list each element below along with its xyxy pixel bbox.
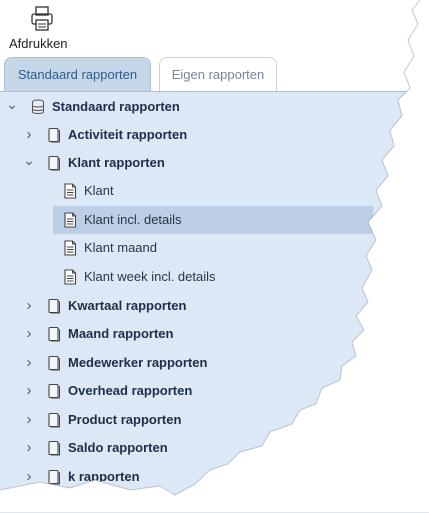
chevron-right-icon[interactable]: › (22, 349, 36, 377)
notebook-icon (48, 326, 60, 342)
tree-folder-overhead-rapporten[interactable]: › Overhead rapporten (0, 377, 429, 405)
tree-folder-k-rapporten[interactable]: › k rapporten (0, 463, 429, 491)
tree-report-klant-week-incl-details[interactable]: Klant week incl. details (0, 263, 429, 291)
tree-item-label: Klant incl. details (84, 212, 182, 227)
chevron-right-icon[interactable]: › (22, 463, 36, 491)
tree-folder-activiteit-rapporten[interactable]: › Activiteit rapporten (0, 121, 429, 149)
notebook-icon (48, 440, 60, 456)
tree-item-label: Klant week incl. details (84, 269, 216, 284)
chevron-right-icon[interactable]: › (22, 434, 36, 462)
notebook-icon (48, 383, 60, 399)
tree-root-standaard-rapporten[interactable]: ⌄ Standaard rapporten (0, 93, 429, 121)
report-icon (64, 212, 77, 228)
tree-item-label: Kwartaal rapporten (68, 298, 187, 313)
tree-folder-product-rapporten[interactable]: › Product rapporten (0, 406, 429, 434)
chevron-right-icon[interactable]: › (22, 121, 36, 149)
tree-folder-medewerker-rapporten[interactable]: › Medewerker rapporten (0, 349, 429, 377)
chevron-right-icon[interactable]: › (22, 320, 36, 348)
tree-folder-saldo-rapporten[interactable]: › Saldo rapporten (0, 434, 429, 462)
tab-standaard-rapporten[interactable]: Standaard rapporten (4, 57, 151, 93)
tree-item-label: Standaard rapporten (52, 99, 180, 114)
print-label: Afdrukken (9, 36, 68, 51)
tree-folder-maand-rapporten[interactable]: › Maand rapporten (0, 320, 429, 348)
tree-item-label: Medewerker rapporten (68, 355, 208, 370)
report-icon (64, 183, 77, 199)
notebook-icon (48, 155, 60, 171)
toolbar: Afdrukken (0, 0, 429, 55)
chevron-right-icon[interactable]: › (22, 377, 36, 405)
tree-report-klant-incl-details[interactable]: Klant incl. details (0, 206, 429, 234)
tree-item-label: Klant (84, 183, 114, 198)
tree-item-label: k rapporten (68, 469, 140, 484)
notebook-icon (48, 298, 60, 314)
notebook-icon (48, 412, 60, 428)
tree-folder-klant-rapporten[interactable]: ⌄ Klant rapporten (0, 149, 429, 177)
tab-eigen-rapporten[interactable]: Eigen rapporten (159, 57, 277, 91)
tree-item-label: Saldo rapporten (68, 440, 168, 455)
tree-item-label: Product rapporten (68, 412, 182, 427)
notebook-icon (48, 355, 60, 371)
tree-item-label: Klant rapporten (68, 155, 165, 170)
chevron-right-icon[interactable]: › (22, 406, 36, 434)
tree-report-klant[interactable]: Klant (0, 177, 429, 205)
notebook-icon (48, 469, 60, 485)
tree-item-label: Klant maand (84, 240, 157, 255)
report-icon (64, 240, 77, 256)
print-button[interactable]: Afdrukken (6, 4, 78, 51)
tree-item-label: Maand rapporten (68, 326, 174, 341)
chevron-down-icon[interactable]: ⌄ (22, 149, 36, 177)
chevron-down-icon[interactable]: ⌄ (5, 93, 19, 121)
tree-report-klant-maand[interactable]: Klant maand (0, 234, 429, 262)
tab-bar: Standaard rapporten Eigen rapporten (0, 54, 429, 93)
tree-item-label: Overhead rapporten (68, 383, 193, 398)
chevron-right-icon[interactable]: › (22, 292, 36, 320)
tree-folder-kwartaal-rapporten[interactable]: › Kwartaal rapporten (0, 292, 429, 320)
database-icon (32, 99, 44, 114)
report-icon (64, 269, 77, 285)
notebook-icon (48, 127, 60, 143)
printer-icon (31, 6, 53, 31)
tree-item-label: Activiteit rapporten (68, 127, 188, 142)
